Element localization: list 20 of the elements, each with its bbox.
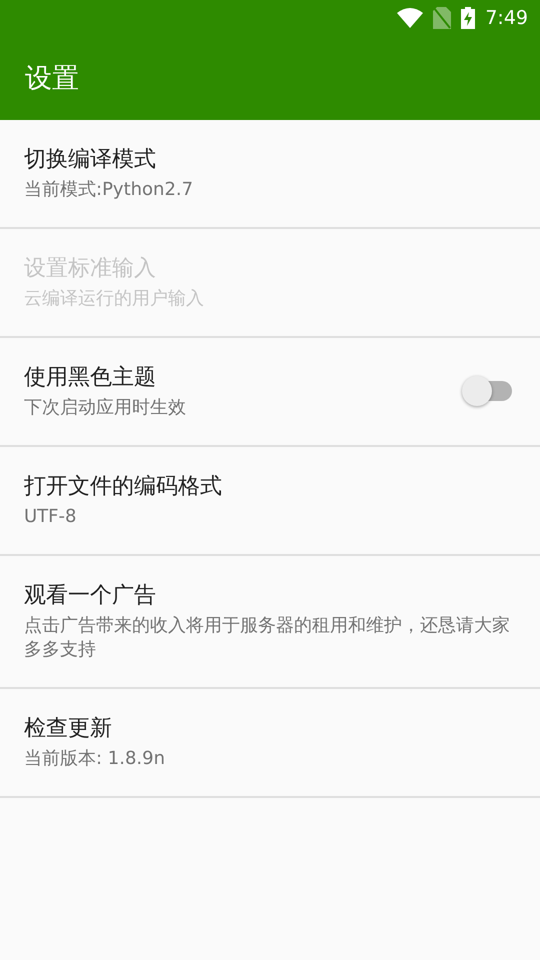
settings-item[interactable]: 切换编译模式 当前模式:Python2.7 [0,120,540,229]
settings-item[interactable]: 观看一个广告 点击广告带来的收入将用于服务器的租用和维护，还恳请大家多多支持 [0,556,540,689]
settings-item[interactable]: 打开文件的编码格式 UTF-8 [0,447,540,556]
setting-title: 观看一个广告 [24,582,157,610]
battery-charging-icon [461,7,476,29]
app-bar-title: 设置 [25,62,79,96]
setting-summary: 点击广告带来的收入将用于服务器的租用和维护，还恳请大家多多支持 [24,614,511,662]
setting-title: 切换编译模式 [24,146,157,174]
setting-title: 打开文件的编码格式 [24,473,223,501]
setting-title: 检查更新 [24,715,113,743]
setting-summary: UTF-8 [24,505,78,529]
status-time: 7:49 [485,7,528,29]
setting-summary: 当前版本: 1.8.9n [24,747,166,771]
settings-item[interactable]: 使用黑色主题 下次启动应用时生效 [0,338,540,447]
no-sim-icon [433,7,452,29]
setting-summary: 下次启动应用时生效 [24,396,187,420]
wifi-icon [397,8,424,28]
setting-summary: 当前模式:Python2.7 [24,178,194,202]
settings-item[interactable]: 检查更新 当前版本: 1.8.9n [0,689,540,798]
setting-title: 使用黑色主题 [24,364,157,392]
